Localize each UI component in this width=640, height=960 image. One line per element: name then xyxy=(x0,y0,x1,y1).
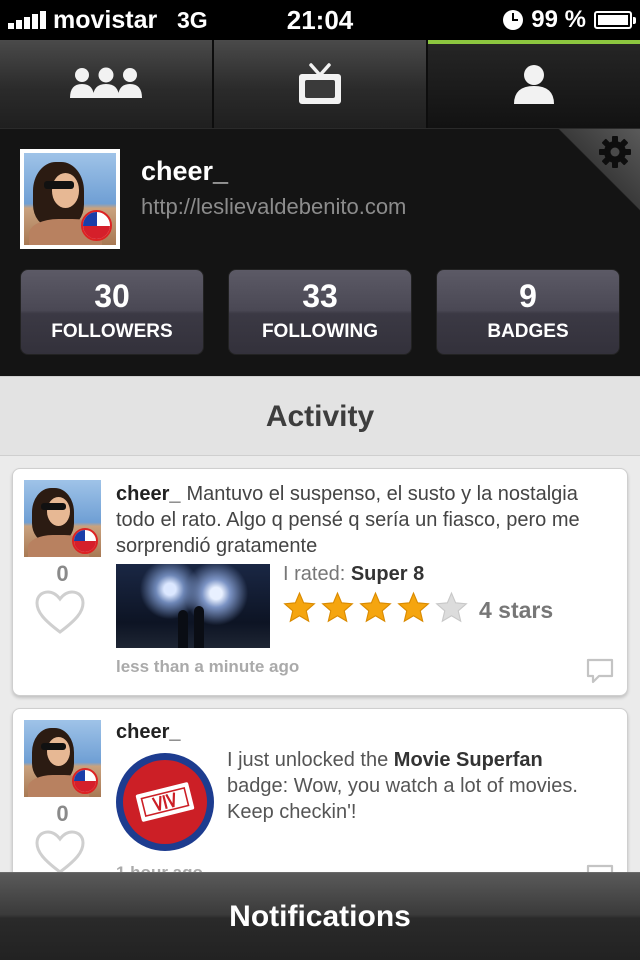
activity-comment: Mantuvo el suspenso, el susto y la nosta… xyxy=(116,483,580,557)
badge-text: I just unlocked the Movie Superfan badge… xyxy=(227,747,607,825)
following-button[interactable]: 33 FOLLOWING xyxy=(228,269,412,355)
followers-button[interactable]: 30 FOLLOWERS xyxy=(20,269,204,355)
ticket-icon xyxy=(135,782,195,822)
battery-icon xyxy=(594,11,636,29)
tab-tv[interactable] xyxy=(214,40,428,128)
heart-icon[interactable] xyxy=(34,589,86,635)
movie-poster[interactable] xyxy=(116,564,270,648)
comment-icon[interactable] xyxy=(585,863,615,872)
gear-icon xyxy=(599,136,631,168)
star-empty-icon xyxy=(435,591,468,623)
star-icon xyxy=(397,591,430,623)
like-count: 0 xyxy=(56,801,69,826)
star-icon xyxy=(283,591,316,623)
person-icon xyxy=(514,65,554,104)
activity-timestamp: 1 hour ago xyxy=(116,863,203,872)
profile-header: cheer_ http://leslievaldebenito.com 30 F… xyxy=(0,128,640,376)
status-bar: movistar 3G 21:04 99 % xyxy=(0,0,640,40)
people-icon xyxy=(70,67,142,98)
rating-label: 4 stars xyxy=(479,597,554,623)
clock-icon xyxy=(503,10,524,30)
activity-card[interactable]: 0 cheer_ I just unlocked the Movie Super… xyxy=(12,708,628,872)
badge-image[interactable] xyxy=(116,753,214,851)
badge-name[interactable]: Movie Superfan xyxy=(394,749,543,771)
badge-text-prefix: I just unlocked the xyxy=(227,749,389,771)
activity-card[interactable]: 0 cheer_ Mantuvo el suspenso, el susto y … xyxy=(12,468,628,696)
heart-icon[interactable] xyxy=(34,829,86,872)
activity-username[interactable]: cheer_ xyxy=(116,721,181,744)
stats-row: 30 FOLLOWERS 33 FOLLOWING 9 BADGES xyxy=(20,269,620,355)
tab-people[interactable] xyxy=(0,40,214,128)
followers-label: FOLLOWERS xyxy=(51,321,173,342)
badges-button[interactable]: 9 BADGES xyxy=(436,269,620,355)
badges-count: 9 xyxy=(519,278,537,314)
avatar[interactable] xyxy=(24,720,101,797)
following-count: 33 xyxy=(302,278,338,314)
tv-icon xyxy=(299,63,341,104)
activity-username[interactable]: cheer_ xyxy=(116,483,181,505)
star-icon xyxy=(359,591,392,623)
status-right: 99 % xyxy=(503,6,636,34)
activity-text: cheer_ Mantuvo el suspenso, el susto y la… xyxy=(116,481,606,559)
profile-url[interactable]: http://leslievaldebenito.com xyxy=(141,194,406,220)
activity-timestamp: less than a minute ago xyxy=(116,657,300,676)
notifications-button[interactable]: Notifications xyxy=(0,872,640,960)
battery-percent: 99 % xyxy=(531,6,586,33)
profile-avatar[interactable] xyxy=(20,149,120,249)
following-label: FOLLOWING xyxy=(261,321,379,342)
star-icon xyxy=(321,591,354,623)
activity-feed[interactable]: 0 cheer_ Mantuvo el suspenso, el susto y … xyxy=(0,456,640,872)
settings-button[interactable] xyxy=(558,129,640,211)
profile-username: cheer_ xyxy=(141,156,229,186)
rated-line: I rated: Super 8 xyxy=(283,563,424,586)
followers-count: 30 xyxy=(94,278,130,314)
star-rating xyxy=(283,591,468,624)
rated-prefix: I rated: xyxy=(283,563,346,585)
avatar[interactable] xyxy=(24,480,101,557)
movie-title[interactable]: Super 8 xyxy=(351,563,424,585)
tab-profile[interactable] xyxy=(428,40,640,128)
top-tabs xyxy=(0,40,640,128)
badge-text-suffix: badge: Wow, you watch a lot of movies. K… xyxy=(227,775,578,823)
comment-icon[interactable] xyxy=(585,657,615,685)
badges-label: BADGES xyxy=(487,321,569,342)
activity-title: Activity xyxy=(0,376,640,456)
like-count: 0 xyxy=(56,561,69,586)
